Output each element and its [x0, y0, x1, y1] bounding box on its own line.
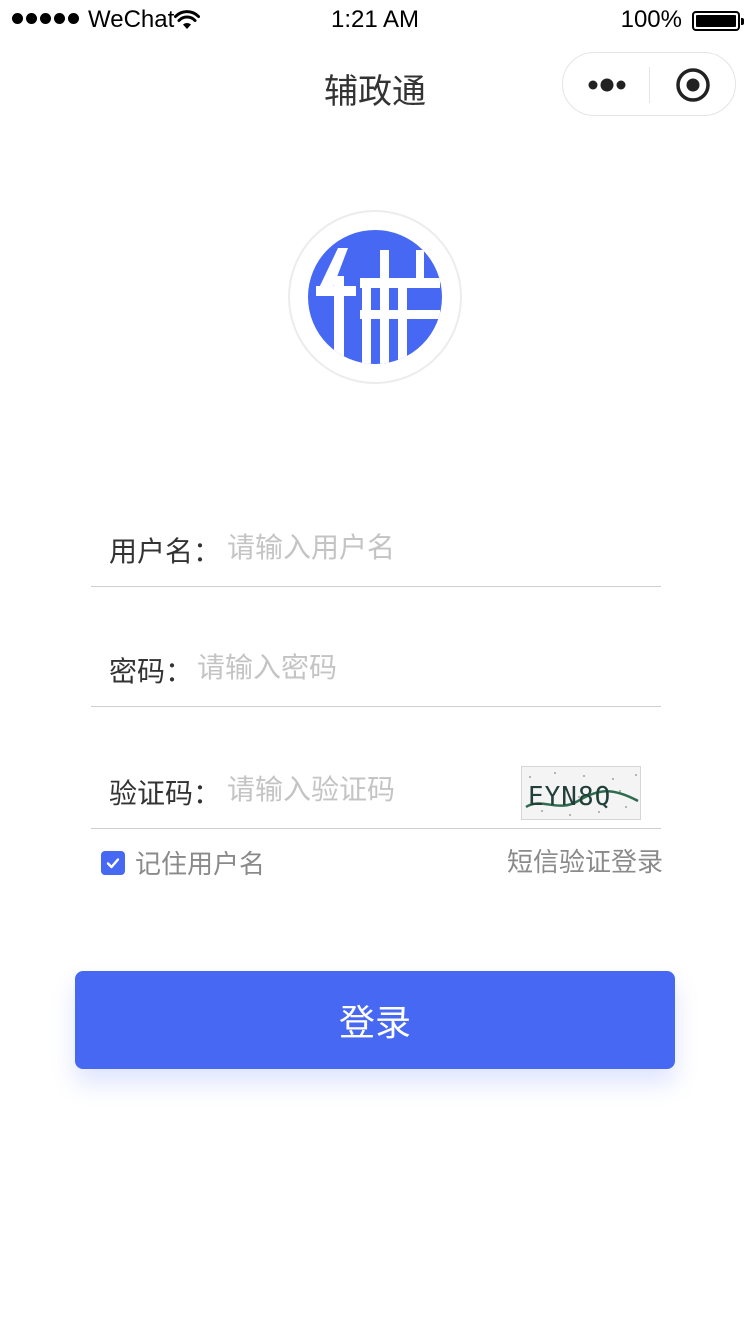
captcha-image[interactable]: EYN8Q	[521, 766, 641, 820]
password-input[interactable]	[197, 644, 647, 690]
login-button[interactable]: 登录	[75, 971, 675, 1069]
username-label: 用户名：	[109, 535, 222, 568]
more-icon[interactable]	[587, 75, 627, 95]
captcha-text: EYN8Q	[528, 782, 611, 812]
capsule-divider	[649, 67, 650, 103]
battery-percent: 100%	[620, 6, 682, 33]
remember-username[interactable]: 记住用户名	[101, 844, 265, 881]
status-bar: WeChat 1:21 AM 100%	[0, 0, 750, 40]
remember-checkbox[interactable]	[101, 850, 125, 875]
password-label: 密码：	[109, 655, 194, 688]
password-row: 密码：	[91, 630, 661, 707]
username-row: 用户名：	[91, 510, 661, 587]
close-circle-icon[interactable]	[675, 67, 711, 103]
app-logo	[308, 230, 442, 364]
username-input[interactable]	[227, 524, 647, 570]
captcha-label: 验证码：	[109, 777, 222, 810]
sms-login-link[interactable]: 短信验证登录	[507, 842, 663, 879]
mini-program-capsule	[562, 52, 736, 116]
captcha-row: 验证码： EYN8Q	[91, 740, 661, 829]
remember-label: 记住用户名	[135, 850, 266, 880]
captcha-input[interactable]	[227, 766, 507, 812]
battery-icon	[692, 11, 744, 31]
check-icon	[106, 857, 120, 868]
